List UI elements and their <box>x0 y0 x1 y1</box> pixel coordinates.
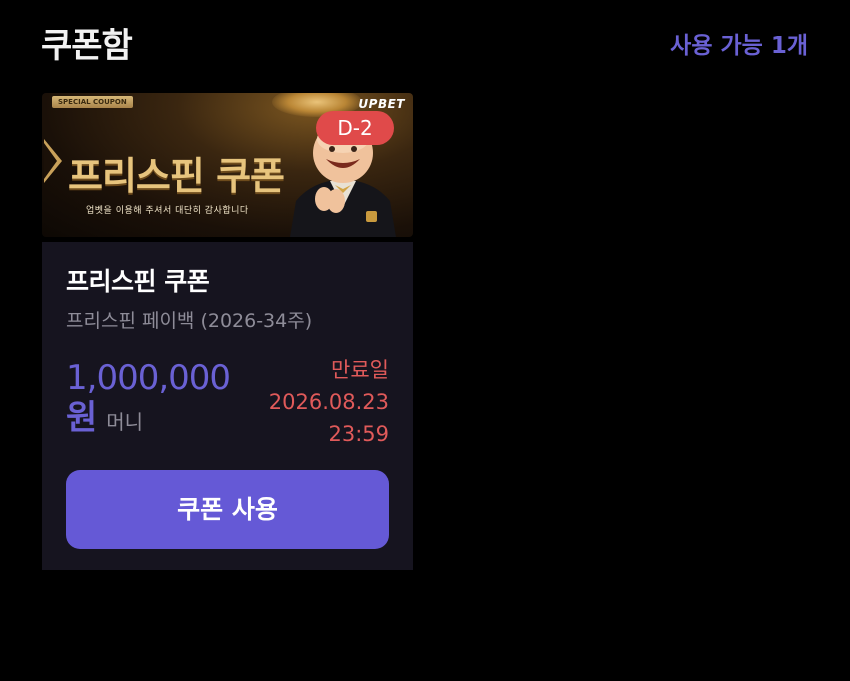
expiry-time: 23:59 <box>328 422 389 446</box>
available-count: 사용 가능 1개 <box>670 33 808 59</box>
expiry-date: 2026.08.23 <box>268 390 389 414</box>
use-coupon-button[interactable]: 쿠폰 사용 <box>66 470 389 549</box>
brand-logo: UPBET <box>358 97 405 111</box>
coupon-card: SPECIAL COUPON UPBET 프리스핀 쿠폰 업벳을 이용해 주셔서… <box>42 93 413 570</box>
amount-line: 원 머니 <box>66 398 266 442</box>
money-type: 머니 <box>106 410 144 434</box>
amount-value: 1,000,000 <box>66 358 231 398</box>
coupon-details: 프리스핀 쿠폰 프리스핀 페이백 (2026-34주) 1,000,000 원머… <box>42 242 413 570</box>
banner-headline: 프리스핀 쿠폰 <box>68 154 285 198</box>
banner-subtext: 업벳을 이용해 주셔서 대단히 감사합니다 <box>86 206 249 216</box>
d-day-badge: D-2 <box>316 111 394 145</box>
page-title: 쿠폰함 <box>41 26 133 66</box>
coupon-amount: 1,000,000 원 머니 <box>66 358 266 442</box>
coupon-name: 프리스핀 쿠폰 <box>66 267 210 296</box>
expiry-info: 만료일 2026.08.23 23:59 <box>269 354 389 450</box>
coupon-banner: SPECIAL COUPON UPBET 프리스핀 쿠폰 업벳을 이용해 주셔서… <box>42 93 413 237</box>
expiry-label: 만료일 <box>331 358 389 382</box>
amount-unit: 원 <box>66 398 97 438</box>
banner-tag: SPECIAL COUPON <box>52 96 133 108</box>
chevron-inner-shape <box>44 143 57 179</box>
coupon-description: 프리스핀 페이백 (2026-34주) <box>66 310 313 332</box>
